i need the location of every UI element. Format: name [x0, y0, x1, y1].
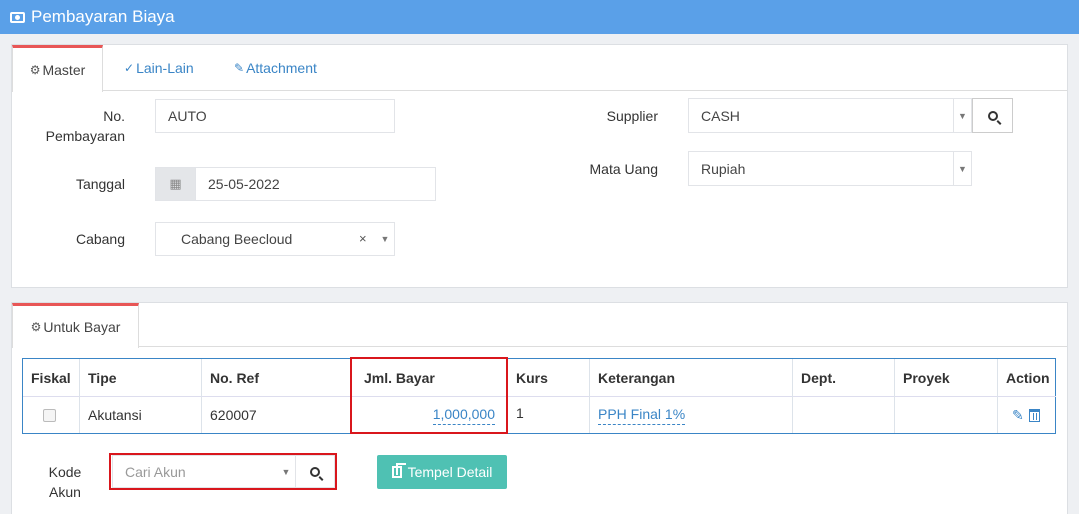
- cabang-value: Cabang Beecloud: [181, 231, 293, 247]
- tempel-detail-label: Tempel Detail: [407, 464, 493, 480]
- kode-akun-label: Kode Akun: [40, 462, 90, 502]
- tab-untuk-bayar[interactable]: ⚙ Untuk Bayar: [12, 303, 139, 348]
- cogs-icon: ⚙: [30, 320, 42, 334]
- tab-lain-lain-label: Lain-Lain: [136, 60, 194, 76]
- tab-master-label: Master: [42, 62, 86, 78]
- table-row: [23, 396, 79, 433]
- col-header-action: Action: [1006, 369, 1050, 386]
- supplier-select[interactable]: CASH ▼: [688, 98, 972, 133]
- no-pembayaran-label-line1: No.: [103, 108, 125, 124]
- col-header-proyek[interactable]: Proyek: [895, 359, 997, 396]
- trash-icon[interactable]: [1028, 408, 1040, 422]
- fiskal-checkbox[interactable]: [43, 408, 56, 422]
- copy-icon: [391, 463, 406, 478]
- no-pembayaran-label: No. Pembayaran: [40, 106, 125, 146]
- calendar-icon: ▦: [169, 176, 182, 191]
- cell-proyek: [895, 396, 997, 433]
- cabang-select[interactable]: Cabang Beecloud × ▼: [155, 222, 395, 256]
- edit-icon[interactable]: ✎: [1012, 407, 1024, 424]
- clear-icon[interactable]: ×: [359, 231, 367, 246]
- col-header-kurs[interactable]: Kurs: [508, 359, 589, 396]
- cell-dept: [793, 396, 894, 433]
- cell-no-ref: 620007: [202, 396, 351, 433]
- page-header: Pembayaran Biaya: [0, 0, 1079, 34]
- cell-keterangan[interactable]: PPH Final 1%: [590, 396, 792, 433]
- chevron-down-icon[interactable]: ▼: [376, 223, 394, 255]
- calendar-addon[interactable]: ▦: [155, 167, 196, 201]
- tab-attachment-label: Attachment: [246, 60, 317, 76]
- kode-akun-highlight: [109, 453, 337, 490]
- no-pembayaran-label-line2: Pembayaran: [45, 128, 125, 144]
- no-pembayaran-value: AUTO: [168, 108, 207, 124]
- detail-tab-bar: ⚙ Untuk Bayar: [12, 303, 1067, 348]
- jml-bayar-highlight: [350, 357, 508, 434]
- tanggal-value: 25-05-2022: [208, 176, 280, 192]
- col-header-no-ref[interactable]: No. Ref: [202, 359, 351, 396]
- tab-bar: ⚙ Master ✓ Lain-Lain ✎ Attachment: [12, 45, 1067, 92]
- chevron-down-icon[interactable]: ▼: [953, 99, 971, 132]
- mata-uang-label: Mata Uang: [589, 161, 658, 177]
- keterangan-editable[interactable]: PPH Final 1%: [598, 406, 686, 425]
- tab-untuk-bayar-label: Untuk Bayar: [43, 319, 121, 335]
- tempel-detail-button[interactable]: Tempel Detail: [377, 455, 507, 489]
- no-pembayaran-input[interactable]: AUTO: [155, 99, 395, 133]
- col-header-tipe[interactable]: Tipe: [80, 359, 201, 396]
- col-header-fiskal[interactable]: Fiskal: [23, 359, 79, 396]
- page-title: Pembayaran Biaya: [31, 7, 175, 26]
- supplier-label: Supplier: [606, 108, 658, 124]
- col-header-keterangan[interactable]: Keterangan: [590, 359, 792, 396]
- cell-kurs: 1: [508, 396, 589, 433]
- cogs-icon: ⚙: [29, 63, 41, 77]
- detail-table: Fiskal Tipe No. Ref Jml. Bayar Kurs Kete…: [22, 358, 1056, 434]
- tab-lain-lain[interactable]: ✓ Lain-Lain: [124, 45, 214, 91]
- col-header-dept[interactable]: Dept.: [793, 359, 894, 396]
- mata-uang-select[interactable]: Rupiah ▼: [688, 151, 972, 186]
- tab-master[interactable]: ⚙ Master: [12, 45, 103, 92]
- kode-akun-label-line1: Kode: [48, 464, 82, 480]
- chevron-down-icon[interactable]: ▼: [953, 152, 971, 185]
- mata-uang-value: Rupiah: [701, 160, 746, 177]
- tanggal-input[interactable]: 25-05-2022: [195, 167, 436, 201]
- money-icon: [10, 11, 25, 23]
- search-icon: [987, 110, 998, 121]
- cell-action: ✎: [998, 396, 1056, 433]
- supplier-value: CASH: [701, 107, 740, 124]
- tanggal-label: Tanggal: [75, 176, 125, 192]
- kode-akun-label-line2: Akun: [49, 484, 81, 500]
- check-circle-icon: ✓: [124, 61, 135, 75]
- paperclip-icon: ✎: [234, 61, 245, 75]
- tab-attachment[interactable]: ✎ Attachment: [234, 45, 334, 91]
- cabang-label: Cabang: [75, 231, 125, 247]
- cell-tipe: Akutansi: [80, 396, 201, 433]
- supplier-search-button[interactable]: [972, 98, 1013, 133]
